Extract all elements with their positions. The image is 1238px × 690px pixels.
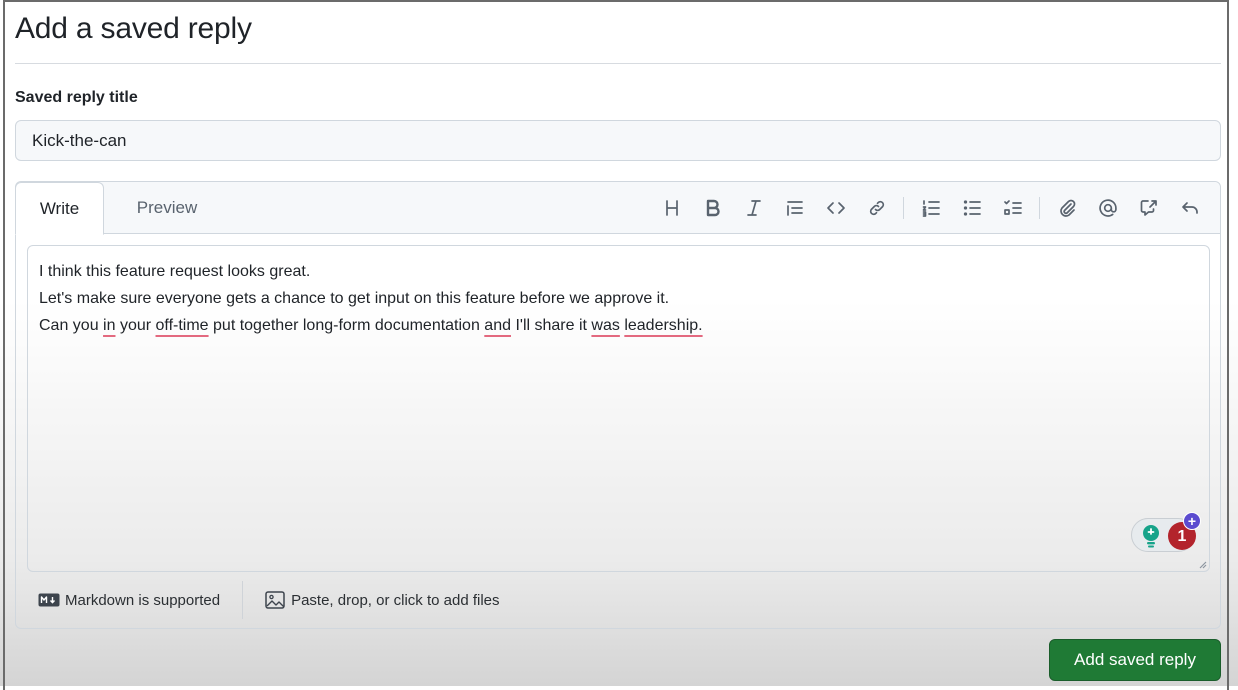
body-text: your: [115, 317, 156, 334]
saved-replies-button[interactable]: [1169, 191, 1210, 225]
mention-icon: [1098, 199, 1117, 217]
cross-reference-button[interactable]: [1128, 191, 1169, 225]
editor-header: Write Preview: [15, 182, 1220, 235]
italic-icon: [746, 200, 761, 216]
reply-body-textarea[interactable]: I think this feature request looks great…: [27, 245, 1210, 572]
bold-icon: [706, 199, 720, 217]
markdown-supported-link[interactable]: Markdown is supported: [16, 581, 242, 619]
toolbar-divider: [903, 197, 904, 219]
quote-icon: [786, 201, 803, 216]
link-button[interactable]: [856, 191, 897, 225]
body-text: Can you: [39, 317, 104, 334]
italic-button[interactable]: [733, 191, 774, 225]
body-line: Can you in your off-time put together lo…: [39, 312, 1198, 339]
spelling-flagged-word[interactable]: was: [591, 317, 619, 334]
body-line: Let's make sure everyone gets a chance t…: [39, 290, 670, 307]
page-title: Add a saved reply: [15, 12, 252, 45]
heading-button[interactable]: [651, 191, 692, 225]
mention-button[interactable]: [1087, 191, 1128, 225]
add-files-label: Paste, drop, or click to add files: [291, 591, 500, 609]
tab-write[interactable]: Write: [15, 182, 104, 235]
title-divider: [15, 63, 1221, 64]
heading-icon: [665, 200, 678, 216]
spelling-flagged-word[interactable]: leadership.: [624, 317, 702, 334]
saved-reply-title-input[interactable]: [15, 120, 1221, 161]
spelling-flagged-word[interactable]: in: [103, 317, 115, 334]
add-saved-reply-button[interactable]: Add saved reply: [1049, 639, 1221, 681]
link-icon: [869, 200, 884, 216]
ordered-list-icon: [922, 200, 940, 217]
attach-button[interactable]: [1046, 191, 1087, 225]
comment-editor: Write Preview I think this feature reque…: [15, 181, 1221, 629]
body-text: put together long-form documentation: [208, 317, 485, 334]
attach-icon: [1059, 199, 1075, 217]
resize-handle-icon[interactable]: [1197, 559, 1207, 569]
unordered-list-button[interactable]: [951, 191, 992, 225]
cross-reference-icon: [1140, 200, 1157, 216]
plus-badge: +: [1183, 512, 1201, 530]
toolbar-divider: [1039, 197, 1040, 219]
markdown-supported-label: Markdown is supported: [65, 591, 221, 609]
body-text: I'll share it: [511, 317, 592, 334]
image-icon: [265, 591, 285, 609]
add-files-area[interactable]: Paste, drop, or click to add files: [242, 581, 521, 619]
markdown-toolbar: [651, 182, 1210, 234]
spelling-flagged-word[interactable]: off-time: [156, 317, 209, 334]
body-line: I think this feature request looks great…: [39, 263, 311, 280]
code-icon: [826, 202, 845, 214]
lightbulb-icon: [1143, 525, 1159, 548]
saved-reply-title-label: Saved reply title: [15, 89, 138, 106]
bold-button[interactable]: [692, 191, 733, 225]
code-button[interactable]: [815, 191, 856, 225]
grammar-extension-widget[interactable]: 1 +: [1123, 512, 1201, 552]
task-list-icon: [1003, 200, 1022, 215]
spelling-flagged-word[interactable]: and: [484, 317, 511, 334]
quote-button[interactable]: [774, 191, 815, 225]
ordered-list-button[interactable]: [910, 191, 951, 225]
unordered-list-icon: [963, 200, 981, 216]
markdown-icon: [38, 593, 60, 607]
tab-preview[interactable]: Preview: [124, 182, 210, 234]
saved-replies-icon: [1181, 202, 1198, 214]
task-list-button[interactable]: [992, 191, 1033, 225]
editor-footer: Markdown is supported Paste, drop, or cl…: [16, 581, 1220, 619]
